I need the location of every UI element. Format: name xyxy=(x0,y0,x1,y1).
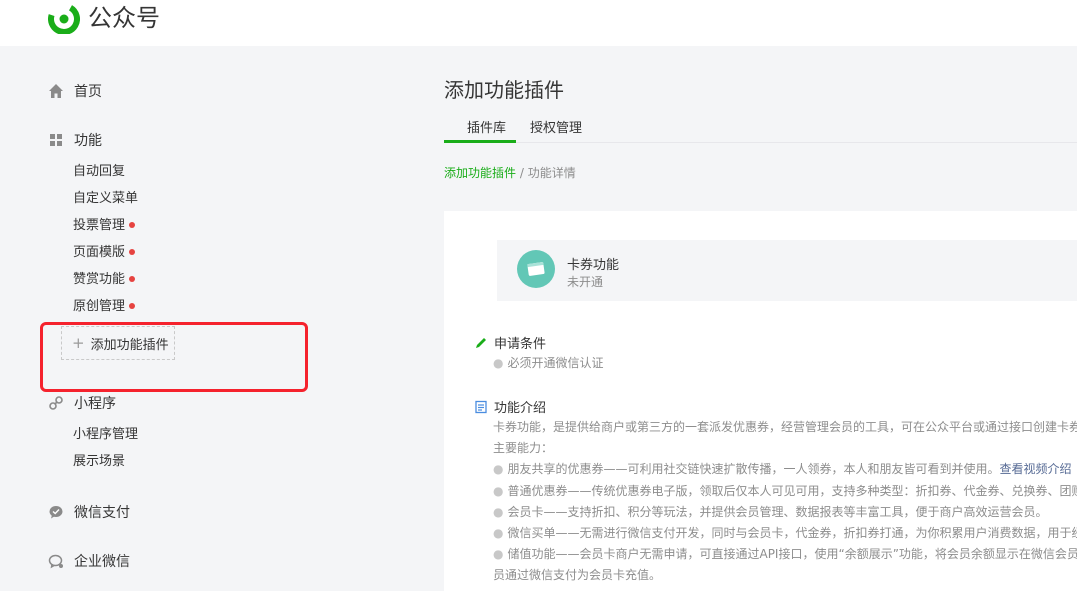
section-heading-label: 功能介绍 xyxy=(494,401,547,416)
document-icon xyxy=(475,400,487,413)
home-icon xyxy=(49,84,63,98)
breadcrumb-link[interactable]: 添加功能插件 xyxy=(444,166,516,180)
feature-bullet: ● 普通优惠券——传统优惠券电子版，领取后仅本人可见可用，支持多种类型：折扣券、代… xyxy=(493,482,1077,499)
new-badge-dot xyxy=(129,302,136,309)
bullet-dot: ● xyxy=(493,526,504,540)
breadcrumb: 添加功能插件 / 功能详情 xyxy=(444,164,576,181)
section-heading-label: 申请条件 xyxy=(494,337,547,352)
tab-plugin-library[interactable]: 插件库 xyxy=(467,117,506,136)
card-coupon-icon xyxy=(517,250,555,288)
sidebar-item-label: 赞赏功能 xyxy=(73,272,126,287)
page-title: 添加功能插件 xyxy=(444,78,564,102)
sidebar-section-label: 功能 xyxy=(74,133,102,149)
pencil-icon xyxy=(476,337,486,348)
sidebar-item-label: 首页 xyxy=(74,84,102,100)
sidebar-item-home[interactable]: 首页 xyxy=(48,79,102,103)
bullet-dot: ● xyxy=(493,484,504,498)
condition-text: 必须开通微信认证 xyxy=(507,356,604,370)
bullet-dot: ● xyxy=(493,547,504,561)
tab-active-indicator xyxy=(444,140,516,143)
bullet-dot: ● xyxy=(493,505,504,519)
sidebar-item-label: 小程序管理 xyxy=(73,427,139,442)
feature-bullet: ● 朋友共享的优惠券——可利用社交链快速扩散传播，一人领券，本人和朋友皆可看到并使… xyxy=(493,460,1072,477)
app-name[interactable]: 公众号 xyxy=(88,2,160,34)
grid-icon xyxy=(50,134,62,146)
intro-line: 主要能力： xyxy=(493,441,554,455)
sidebar-item-custom-menu[interactable]: 自定义菜单 xyxy=(73,189,138,209)
feature-text: 储值功能——会员卡商户无需申请，可直接通过API接口，使用“余额展示”功能，将会… xyxy=(507,547,1077,561)
new-badge-dot xyxy=(129,275,136,282)
sidebar-section-wechat-pay[interactable]: 微信支付 xyxy=(48,500,130,524)
card-title: 卡券功能 xyxy=(567,258,620,273)
sidebar-item-original[interactable]: 原创管理 xyxy=(73,297,136,317)
condition-item: ● 必须开通微信认证 xyxy=(493,354,604,371)
feature-bullet: ● 储值功能——会员卡商户无需申请，可直接通过API接口，使用“余额展示”功能，将… xyxy=(493,545,1077,562)
sidebar-item-label: 自动回复 xyxy=(73,164,126,179)
sidebar-section-miniprogram[interactable]: 小程序 xyxy=(48,391,116,415)
feature-text: 普通优惠券——传统优惠券电子版，领取后仅本人可见可用，支持多种类型：折扣券、代金… xyxy=(507,484,1077,498)
sidebar-item-label: 页面模版 xyxy=(73,245,126,260)
tab-divider xyxy=(444,142,1077,143)
breadcrumb-separator: / xyxy=(516,166,528,180)
sidebar-item-auto-reply[interactable]: 自动回复 xyxy=(73,162,125,182)
card-status: 未开通 xyxy=(567,275,604,289)
sidebar-item-vote[interactable]: 投票管理 xyxy=(73,216,136,236)
top-bar: 公众号 xyxy=(0,0,1077,46)
sidebar-item-label: 原创管理 xyxy=(73,299,126,314)
new-badge-dot xyxy=(129,221,136,228)
feature-text: 微信买单——无需进行微信支付开发，同时与会员卡，代金券，折扣券打通，为你积累用户… xyxy=(507,526,1077,540)
sidebar-item-reward[interactable]: 赞赏功能 xyxy=(73,270,136,290)
intro-line: 卡券功能，是提供给商户或第三方的一套派发优惠券，经营管理会员的工具，可在公众平台… xyxy=(493,420,1077,434)
sidebar-item-page-template[interactable]: 页面模版 xyxy=(73,243,136,263)
view-video-link[interactable]: 查看视频介绍 xyxy=(1000,462,1072,476)
feature-text: 会员卡——支持折扣、积分等玩法，并提供会员管理、数据报表等丰富工具，便于商户高效… xyxy=(507,505,1048,519)
sidebar-section-label: 微信支付 xyxy=(74,505,130,521)
work-wechat-icon xyxy=(48,554,63,569)
bullet-dot: ● xyxy=(493,462,504,476)
new-badge-dot xyxy=(129,248,136,255)
chat-bubble-icon xyxy=(49,506,63,519)
conditions-heading: 申请条件 xyxy=(474,333,546,352)
sidebar-item-label: 投票管理 xyxy=(73,218,126,233)
sidebar-section-label: 企业微信 xyxy=(74,554,130,570)
tab-authorization[interactable]: 授权管理 xyxy=(530,117,582,136)
breadcrumb-current: 功能详情 xyxy=(527,166,576,180)
intro-tail-line: 员通过微信支付为会员卡充值。 xyxy=(493,568,662,582)
link-icon xyxy=(49,396,63,410)
feature-bullet: ● 微信买单——无需进行微信支付开发，同时与会员卡，代金券，折扣券打通，为你积累用… xyxy=(493,524,1077,541)
feature-text: 朋友共享的优惠券——可利用社交链快速扩散传播，一人领券，本人和朋友皆可看到并使用… xyxy=(507,462,1000,476)
feature-bullet: ● 会员卡——支持折扣、积分等玩法，并提供会员管理、数据报表等丰富工具，便于商户高… xyxy=(493,503,1048,520)
annotation-highlight-box xyxy=(40,322,308,392)
wechat-official-logo-icon[interactable] xyxy=(48,2,80,34)
sidebar-item-miniprogram-manage[interactable]: 小程序管理 xyxy=(73,425,138,445)
sidebar-section-features[interactable]: 功能 xyxy=(48,128,102,152)
sidebar-item-display-scene[interactable]: 展示场景 xyxy=(73,452,125,472)
intro-heading: 功能介绍 xyxy=(474,397,546,416)
bullet-dot: ● xyxy=(493,356,504,370)
sidebar-item-label: 自定义菜单 xyxy=(73,191,139,206)
sidebar-item-label: 展示场景 xyxy=(73,454,126,469)
sidebar-section-label: 小程序 xyxy=(74,396,116,412)
sidebar-section-work-wechat[interactable]: 企业微信 xyxy=(48,549,130,573)
